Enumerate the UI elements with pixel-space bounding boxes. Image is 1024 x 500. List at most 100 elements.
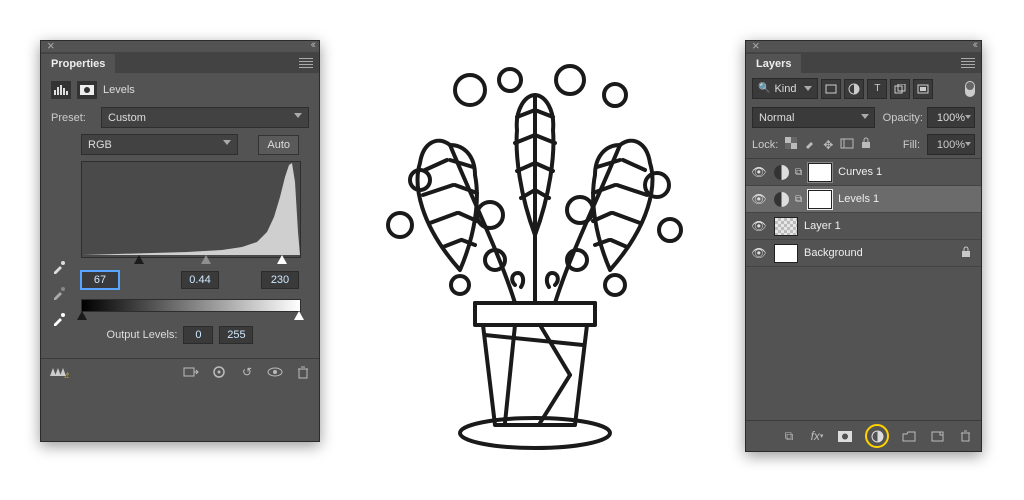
- layer-name: Levels 1: [838, 193, 879, 205]
- properties-panel: × ‹‹ Properties Levels Preset: Custom RG…: [40, 40, 320, 442]
- visibility-toggle-icon[interactable]: 👁: [750, 219, 768, 233]
- opacity-input[interactable]: 100%: [927, 107, 975, 128]
- layer-row[interactable]: 👁 ⧉ Curves 1: [746, 159, 981, 186]
- blend-mode-select[interactable]: Normal: [752, 107, 875, 128]
- new-group-icon[interactable]: [901, 428, 917, 444]
- preset-select[interactable]: Custom: [101, 107, 309, 128]
- layer-row[interactable]: 👁 ⧉ Levels 1: [746, 186, 981, 213]
- chevron-down-icon: [804, 86, 812, 91]
- midtone-input[interactable]: 0.44: [181, 271, 219, 289]
- chevron-down-icon: [223, 140, 231, 145]
- layer-thumbnail[interactable]: [774, 217, 798, 236]
- filter-pixel-icon[interactable]: [821, 79, 841, 99]
- svg-text:⚠: ⚠: [64, 371, 69, 379]
- tab-layers[interactable]: Layers: [746, 54, 802, 73]
- eyedropper-black-icon[interactable]: [51, 259, 67, 275]
- output-levels-label: Output Levels:: [107, 329, 178, 341]
- lock-icon[interactable]: [961, 246, 971, 261]
- layer-name: Background: [804, 247, 863, 259]
- chevron-down-icon: [294, 113, 302, 118]
- collapse-icon[interactable]: ‹‹: [311, 39, 314, 51]
- highlight-input[interactable]: 230: [261, 271, 299, 289]
- close-icon[interactable]: ×: [47, 38, 55, 53]
- chevron-down-icon: [965, 115, 971, 119]
- clip-warning-icon[interactable]: ⚠: [49, 363, 69, 382]
- eyedropper-white-icon[interactable]: [51, 311, 67, 327]
- lock-transparency-icon[interactable]: [785, 137, 797, 152]
- layer-effects-icon[interactable]: fx▾: [809, 428, 825, 444]
- filter-type-icon[interactable]: T: [867, 79, 887, 99]
- panel-header[interactable]: × ‹‹: [41, 41, 319, 53]
- output-white-handle[interactable]: [294, 311, 304, 320]
- panel-header[interactable]: × ‹‹: [746, 41, 981, 53]
- levels-adjustment-icon: [51, 81, 71, 99]
- layer-name: Layer 1: [804, 220, 841, 232]
- layers-list: 👁 ⧉ Curves 1 👁 ⧉ Levels 1 👁 Layer 1 👁 Ba…: [746, 159, 981, 267]
- add-mask-icon[interactable]: [837, 428, 853, 444]
- layers-tabbar: Layers: [746, 53, 981, 73]
- search-icon: 🔍: [758, 83, 770, 94]
- close-icon[interactable]: ×: [752, 38, 760, 53]
- visibility-toggle-icon[interactable]: 👁: [750, 246, 768, 260]
- lock-all-icon[interactable]: [861, 137, 871, 152]
- shadow-input[interactable]: 67: [81, 271, 119, 289]
- delete-icon[interactable]: [295, 365, 311, 379]
- mask-thumbnail[interactable]: [808, 190, 832, 209]
- lock-position-icon[interactable]: ✥: [823, 138, 833, 152]
- lock-artboard-icon[interactable]: [840, 138, 854, 152]
- fill-input[interactable]: 100%: [927, 134, 975, 155]
- filter-kind-select[interactable]: 🔍 Kind: [752, 78, 818, 99]
- tab-properties[interactable]: Properties: [41, 54, 116, 73]
- histogram[interactable]: [81, 161, 301, 258]
- input-slider[interactable]: [81, 258, 299, 268]
- auto-button[interactable]: Auto: [258, 135, 299, 155]
- filter-shape-icon[interactable]: [890, 79, 910, 99]
- panel-menu-icon[interactable]: [961, 58, 975, 69]
- view-previous-icon[interactable]: [211, 365, 227, 379]
- preset-label: Preset:: [51, 112, 95, 124]
- panel-menu-icon[interactable]: [299, 58, 313, 69]
- adjustment-layer-icon: [774, 192, 789, 207]
- chevron-down-icon: [965, 142, 971, 146]
- filter-adjustment-icon[interactable]: [844, 79, 864, 99]
- layer-row[interactable]: 👁 Layer 1: [746, 213, 981, 240]
- output-low-input[interactable]: 0: [183, 326, 213, 344]
- output-black-handle[interactable]: [77, 311, 87, 320]
- layer-name: Curves 1: [838, 166, 882, 178]
- link-icon[interactable]: ⧉: [795, 194, 802, 205]
- adjustment-title: Levels: [103, 84, 135, 96]
- link-layers-icon[interactable]: ⧉: [781, 428, 797, 444]
- opacity-value: 100%: [937, 112, 965, 124]
- highlight-slider-handle[interactable]: [277, 255, 287, 264]
- lock-label: Lock:: [752, 139, 778, 151]
- collapse-icon[interactable]: ‹‹: [973, 39, 976, 51]
- midtone-slider-handle[interactable]: [201, 255, 211, 264]
- new-adjustment-layer-icon[interactable]: [870, 429, 884, 443]
- layer-thumbnail[interactable]: [774, 244, 798, 263]
- adjustment-layer-icon: [774, 165, 789, 180]
- output-high-input[interactable]: 255: [219, 326, 253, 344]
- visibility-toggle-icon[interactable]: 👁: [750, 192, 768, 206]
- filter-toggle[interactable]: [965, 81, 975, 97]
- clip-to-layer-icon[interactable]: [183, 365, 199, 379]
- properties-tabbar: Properties: [41, 53, 319, 73]
- highlight-circle: [865, 424, 889, 448]
- shadow-slider-handle[interactable]: [134, 255, 144, 264]
- filter-smart-icon[interactable]: [913, 79, 933, 99]
- preset-value: Custom: [108, 112, 146, 124]
- toggle-visibility-icon[interactable]: [267, 365, 283, 379]
- mask-thumbnail[interactable]: [808, 163, 832, 182]
- new-layer-icon[interactable]: [929, 428, 945, 444]
- output-gradient[interactable]: [81, 299, 301, 312]
- channel-value: RGB: [88, 139, 112, 151]
- visibility-toggle-icon[interactable]: 👁: [750, 165, 768, 179]
- chevron-down-icon: [861, 114, 869, 119]
- document-canvas: [345, 25, 725, 465]
- eyedropper-gray-icon[interactable]: [51, 285, 67, 301]
- layer-row[interactable]: 👁 Background: [746, 240, 981, 267]
- channel-select[interactable]: RGB: [81, 134, 238, 155]
- lock-pixels-icon[interactable]: [804, 137, 816, 152]
- link-icon[interactable]: ⧉: [795, 167, 802, 178]
- delete-layer-icon[interactable]: [957, 428, 973, 444]
- reset-icon[interactable]: ↺: [239, 365, 255, 379]
